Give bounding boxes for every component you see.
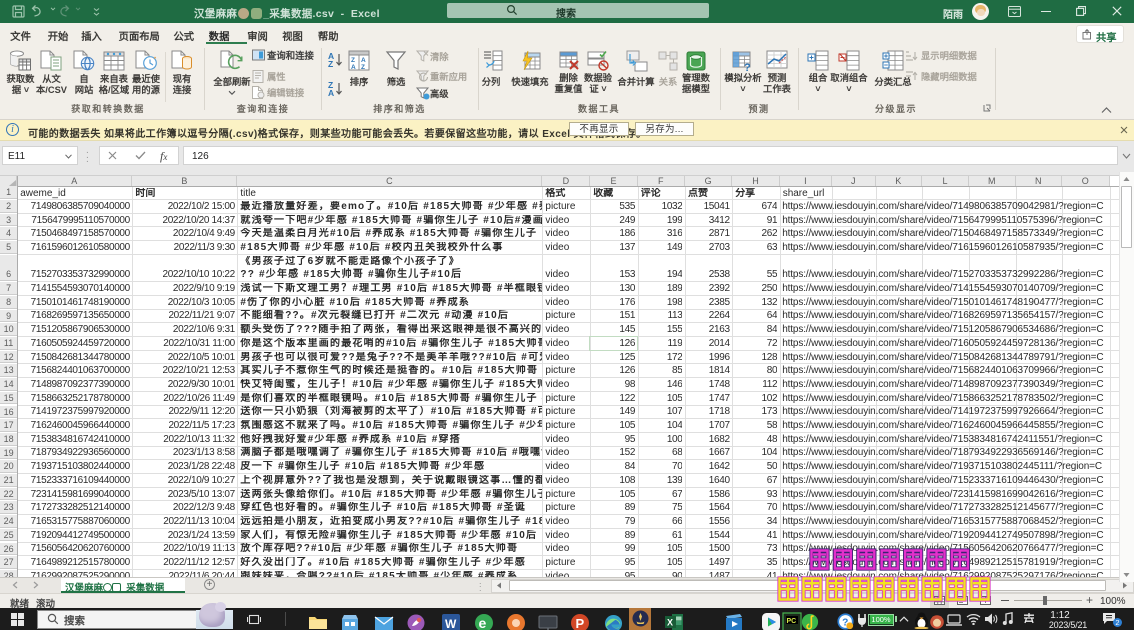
svg-text:e: e [479,615,487,630]
svg-text:X: X [667,618,673,628]
svg-text:P: P [576,616,585,630]
svg-text:W: W [445,617,457,630]
svg-text:PC: PC [787,618,797,625]
